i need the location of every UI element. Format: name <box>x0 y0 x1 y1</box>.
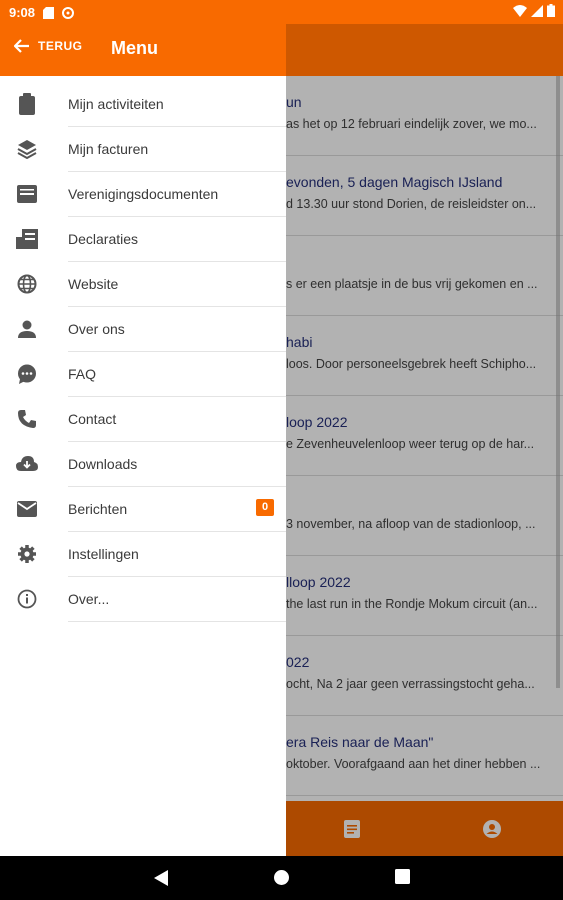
menu-item-contact[interactable]: Contact <box>0 397 286 442</box>
drawer-title: Menu <box>111 38 158 58</box>
signal-icon <box>531 4 543 20</box>
back-button[interactable]: TERUG <box>14 39 83 53</box>
menu-item-mijn-facturen[interactable]: Mijn facturen <box>0 127 286 172</box>
drawer-header: TERUG Menu <box>0 24 286 76</box>
back-triangle-icon[interactable] <box>153 869 169 892</box>
layers-icon <box>16 138 38 160</box>
menu-item-mijn-activiteiten[interactable]: Mijn activiteiten <box>0 82 286 127</box>
receipt-icon <box>16 228 38 250</box>
menu-item-label: Contact <box>68 411 117 427</box>
cloud-download-icon <box>16 453 38 475</box>
phone-icon <box>16 408 38 430</box>
navigation-drawer: TERUG Menu Mijn activiteiten Mijn factur… <box>0 24 286 856</box>
menu-item-instellingen[interactable]: Instellingen <box>0 532 286 577</box>
battery-icon <box>547 4 555 20</box>
menu-item-label: Website <box>68 276 119 292</box>
menu-item-faq[interactable]: FAQ <box>0 352 286 397</box>
drawer-menu: Mijn activiteiten Mijn facturen Verenigi… <box>0 82 286 622</box>
gear-icon <box>16 543 38 565</box>
menu-item-declaraties[interactable]: Declaraties <box>0 217 286 262</box>
menu-item-verenigingsdocumenten[interactable]: Verenigingsdocumenten <box>0 172 286 217</box>
unread-badge: 0 <box>256 499 274 516</box>
archive-icon <box>16 183 38 205</box>
menu-item-label: Over... <box>68 591 110 607</box>
account-icon[interactable] <box>482 819 502 839</box>
wifi-icon <box>513 4 527 20</box>
menu-item-label: Mijn facturen <box>68 141 149 157</box>
document-icon[interactable] <box>342 819 362 839</box>
menu-item-berichten[interactable]: Berichten 0 <box>0 487 286 532</box>
system-navigation-bar <box>0 856 563 900</box>
recents-square-icon[interactable] <box>395 869 410 889</box>
mail-icon <box>16 498 38 520</box>
back-label: TERUG <box>38 39 83 53</box>
menu-item-over[interactable]: Over... <box>0 577 286 622</box>
menu-item-downloads[interactable]: Downloads <box>0 442 286 487</box>
status-time: 9:08 <box>9 4 36 20</box>
menu-item-label: Downloads <box>68 456 138 472</box>
chat-icon <box>16 363 38 385</box>
menu-item-label: Verenigingsdocumenten <box>68 186 219 202</box>
menu-item-label: Over ons <box>68 321 125 337</box>
menu-item-website[interactable]: Website <box>0 262 286 307</box>
menu-item-label: Declaraties <box>68 231 139 247</box>
person-icon <box>16 318 38 340</box>
info-icon <box>16 588 38 610</box>
menu-item-label: Instellingen <box>68 546 139 562</box>
menu-item-label: Mijn activiteiten <box>68 96 164 112</box>
arrow-left-icon <box>14 39 29 53</box>
menu-item-label: FAQ <box>68 366 97 382</box>
clipboard-icon <box>16 93 38 115</box>
status-bar: 9:08 <box>0 0 563 24</box>
scrollbar[interactable] <box>556 76 560 688</box>
sd-card-icon <box>43 6 55 19</box>
menu-item-over-ons[interactable]: Over ons <box>0 307 286 352</box>
globe-icon <box>16 273 38 295</box>
home-circle-icon[interactable] <box>273 869 290 891</box>
menu-item-label: Berichten <box>68 501 128 517</box>
data-saver-icon <box>62 6 75 19</box>
